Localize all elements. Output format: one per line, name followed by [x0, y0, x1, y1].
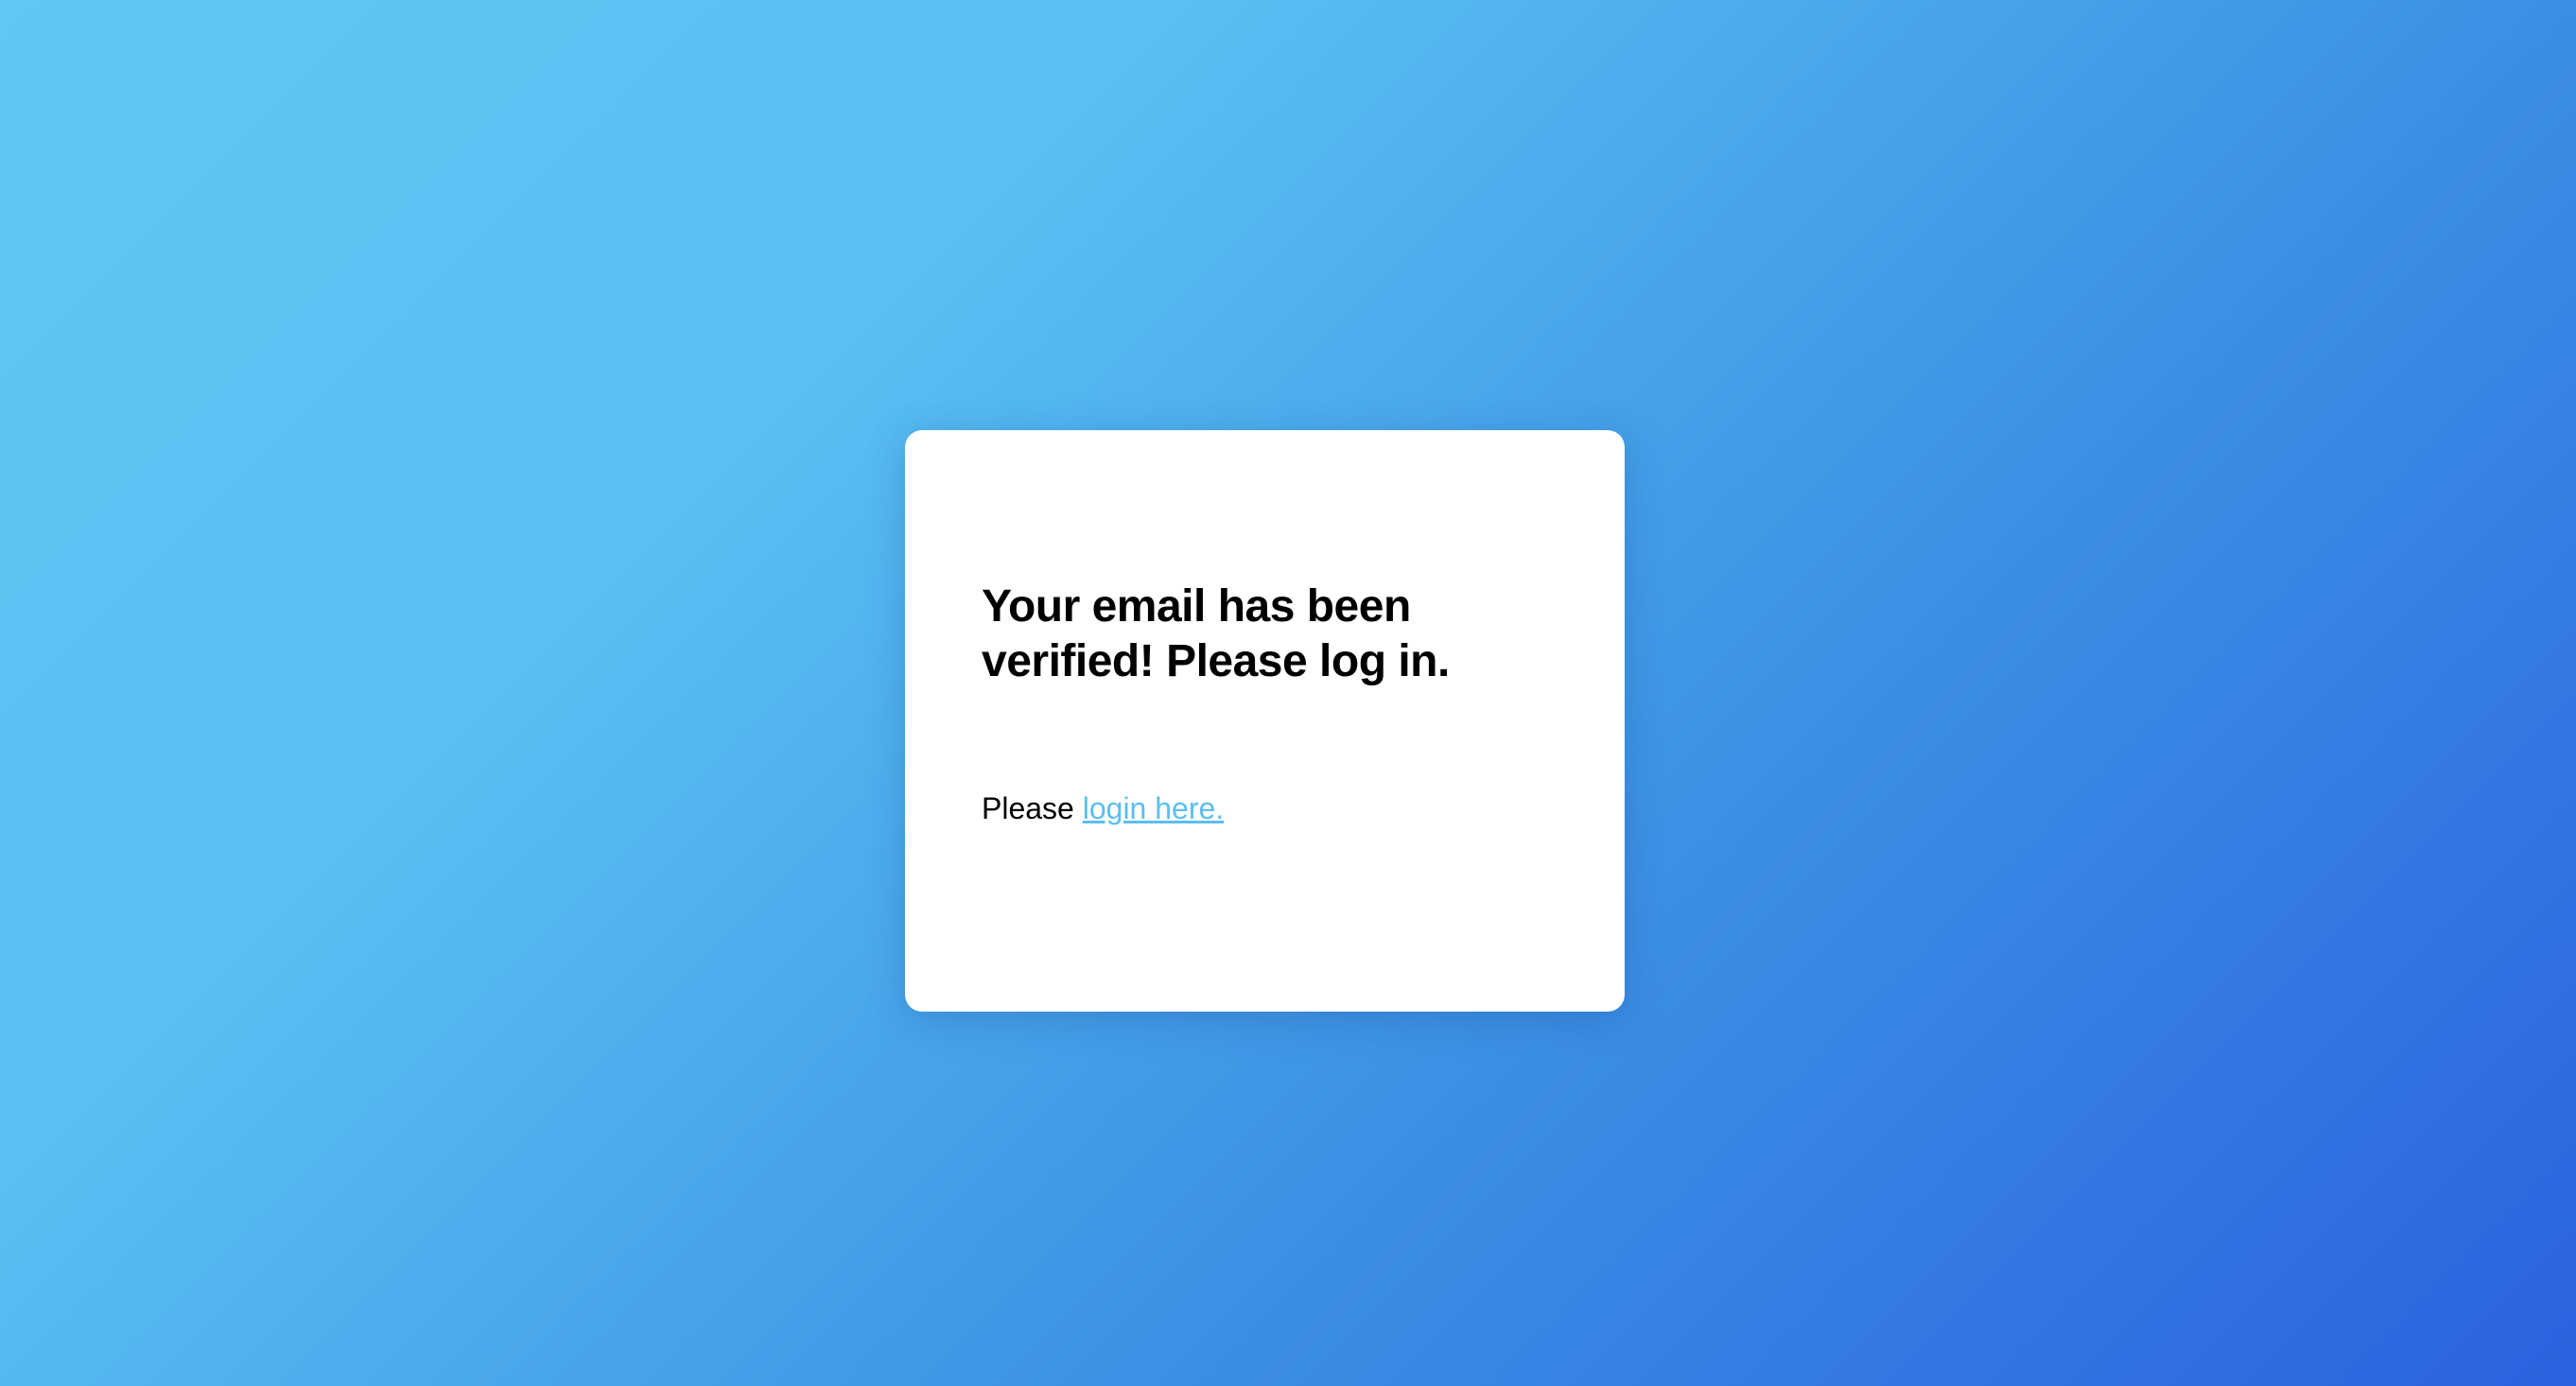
message-prefix: Please — [982, 791, 1074, 825]
verification-card: Your email has been verified! Please log… — [905, 430, 1625, 1012]
login-message: Please login here. — [982, 791, 1224, 826]
page-title: Your email has been verified! Please log… — [982, 581, 1450, 686]
login-link[interactable]: login here. — [1083, 791, 1224, 825]
